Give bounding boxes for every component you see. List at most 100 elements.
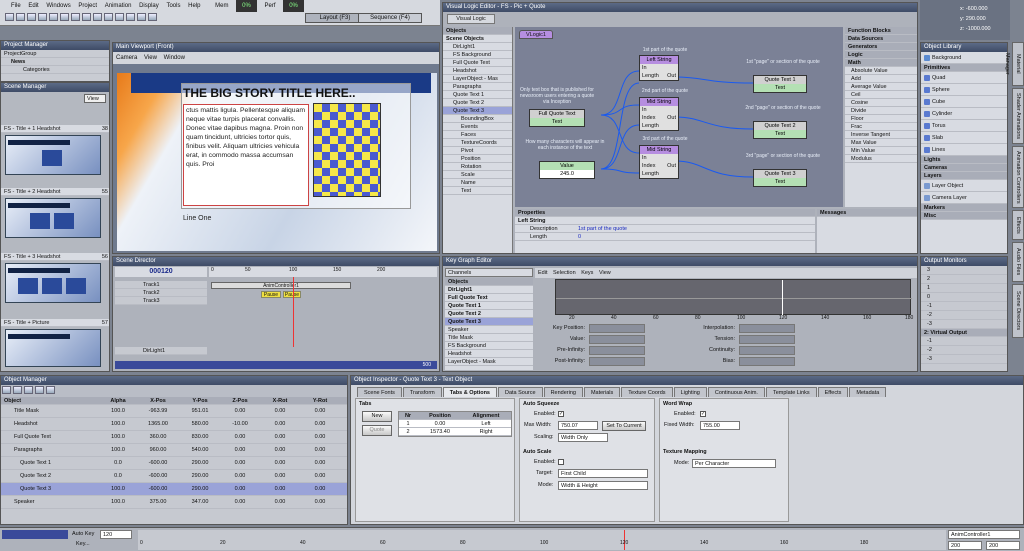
menu-tools[interactable]: Tools: [166, 0, 180, 12]
om-cell-xr[interactable]: 0.00: [260, 405, 300, 417]
lib-primitive-item[interactable]: Slab: [921, 132, 1007, 144]
om-cell-y[interactable]: 540.00: [180, 444, 220, 456]
om-cell-xr[interactable]: 0.00: [260, 418, 300, 430]
track-dirlight[interactable]: DirLight1: [115, 347, 207, 355]
om-cell-alpha[interactable]: 100.0: [100, 418, 136, 430]
fb-category[interactable]: Generators: [845, 43, 917, 51]
port-in[interactable]: In: [642, 106, 647, 114]
scene-thumbnail-2[interactable]: [5, 198, 101, 238]
om-cell-name[interactable]: Quote Text 2: [4, 470, 100, 482]
kg-object-item[interactable]: Quote Text 2: [445, 310, 533, 318]
om-cell-yr[interactable]: 0.00: [300, 418, 340, 430]
fb-item[interactable]: Floor: [845, 115, 917, 123]
timeline-ruler[interactable]: 0 50 100 150 200: [209, 267, 437, 277]
om-cell-xr[interactable]: 0.00: [260, 483, 300, 495]
vl-object-item[interactable]: Events: [443, 123, 512, 131]
om-delete-icon[interactable]: [35, 386, 44, 394]
table-row[interactable]: Title Mask 100.0 -963.99 951.01 0.00 0.00 0.00: [1, 405, 347, 418]
target-dropdown[interactable]: First Child: [558, 469, 648, 478]
menu-animation[interactable]: Animation: [105, 0, 132, 12]
key-graph-canvas[interactable]: [555, 279, 912, 316]
viewport-menu-camera[interactable]: Camera: [116, 55, 137, 61]
scene-thumbnail-3[interactable]: [5, 263, 101, 303]
om-cell-xr[interactable]: 0.00: [260, 444, 300, 456]
channels-dropdown[interactable]: Channels: [445, 268, 533, 277]
kg-object-item[interactable]: Title Mask: [445, 334, 533, 342]
inspector-tab[interactable]: Continuous Anim.: [707, 387, 765, 397]
fb-item[interactable]: Average Value: [845, 83, 917, 91]
port-length[interactable]: Length: [642, 122, 659, 130]
copy-icon[interactable]: [49, 13, 58, 21]
pause-marker-2[interactable]: Pause: [283, 291, 301, 298]
menu-file[interactable]: File: [11, 0, 21, 12]
vl-object-item[interactable]: Headshot: [443, 67, 512, 75]
lib-primitive-item[interactable]: Quad: [921, 72, 1007, 84]
prop-length-row[interactable]: Length 0: [515, 233, 815, 241]
vl-scene-objects[interactable]: Scene Objects: [443, 35, 512, 43]
port-in[interactable]: In: [642, 154, 647, 162]
om-cell-yr[interactable]: 0.00: [300, 470, 340, 482]
node-full-quote-text[interactable]: Full Quote Text Text: [529, 109, 585, 127]
checker-image-placeholder[interactable]: [313, 103, 381, 197]
lib-primitive-item[interactable]: Sphere: [921, 84, 1007, 96]
kg-field-input[interactable]: [739, 346, 795, 355]
om-cell-alpha[interactable]: 100.0: [100, 483, 136, 495]
kg-field-input[interactable]: [739, 357, 795, 366]
vl-object-item[interactable]: Quote Text 3: [443, 107, 512, 115]
track-1[interactable]: Track1: [115, 281, 207, 289]
om-cell-z[interactable]: -10.00: [220, 418, 260, 430]
lib-layer-object[interactable]: Layer Object: [921, 180, 1007, 192]
max-width-input[interactable]: 750.07: [558, 421, 598, 430]
om-cell-name[interactable]: Headshot: [4, 418, 100, 430]
port-out[interactable]: Out: [667, 162, 676, 170]
layout-tab[interactable]: Layout (F3): [305, 13, 365, 23]
open-icon[interactable]: [16, 13, 25, 21]
om-cell-x[interactable]: 360.00: [136, 431, 180, 443]
scale-enabled-checkbox[interactable]: [558, 459, 564, 465]
kg-object-item[interactable]: LayerObject - Mask: [445, 358, 533, 366]
tm-mode-dropdown[interactable]: Per Character: [692, 459, 776, 468]
tab-stop-position[interactable]: 0.00: [417, 420, 463, 427]
vl-object-item[interactable]: Position: [443, 155, 512, 163]
fb-item[interactable]: Frac: [845, 123, 917, 131]
om-cell-alpha[interactable]: 100.0: [100, 431, 136, 443]
new-tab-button[interactable]: New: [362, 411, 392, 422]
mode-dropdown[interactable]: Width & Height: [558, 481, 648, 490]
om-cell-y[interactable]: 951.01: [180, 405, 220, 417]
om-cell-x[interactable]: 1365.00: [136, 418, 180, 430]
om-cell-x[interactable]: -600.00: [136, 457, 180, 469]
om-cell-x[interactable]: -963.99: [136, 405, 180, 417]
save-icon[interactable]: [27, 13, 36, 21]
kg-field-input[interactable]: [589, 346, 645, 355]
vl-object-item[interactable]: Pivot: [443, 147, 512, 155]
render-icon[interactable]: [126, 13, 135, 21]
visual-logic-tab[interactable]: Visual Logic: [447, 14, 495, 24]
lib-layers-header[interactable]: Layers: [921, 172, 1007, 180]
key-button[interactable]: Key...: [76, 541, 90, 547]
table-row[interactable]: Quote Text 2 0.0 -600.00 290.00 0.00 0.00 0.00: [1, 470, 347, 483]
om-cell-xr[interactable]: 0.00: [260, 431, 300, 443]
om-cell-yr[interactable]: 0.00: [300, 496, 340, 508]
lib-primitive-item[interactable]: Torus: [921, 120, 1007, 132]
om-cell-yr[interactable]: 0.00: [300, 431, 340, 443]
om-cell-alpha[interactable]: 100.0: [100, 496, 136, 508]
fb-item[interactable]: Divide: [845, 107, 917, 115]
fb-item[interactable]: Ceil: [845, 91, 917, 99]
om-cell-yr[interactable]: 0.00: [300, 444, 340, 456]
node-qt1-text-port[interactable]: Text: [754, 84, 806, 92]
table-row[interactable]: Quote Text 3 100.0 -600.00 290.00 0.00 0.00 0.…: [1, 483, 347, 496]
om-cell-y[interactable]: 830.00: [180, 431, 220, 443]
om-cell-x[interactable]: -600.00: [136, 483, 180, 495]
squeeze-enabled-checkbox[interactable]: ✓: [558, 411, 564, 417]
right-side-tab[interactable]: Animation Controllers: [1012, 146, 1024, 208]
prop-desc-value[interactable]: 1st part of the quote: [578, 226, 627, 232]
om-cell-yr[interactable]: 0.00: [300, 483, 340, 495]
kg-object-item[interactable]: Headshot: [445, 350, 533, 358]
om-cell-z[interactable]: 0.00: [220, 444, 260, 456]
table-row[interactable]: Full Quote Text 100.0 360.00 830.00 0.00 0.00…: [1, 431, 347, 444]
om-down-icon[interactable]: [13, 386, 22, 394]
inspector-tab[interactable]: Scene Fonts: [357, 387, 402, 397]
paste-icon[interactable]: [60, 13, 69, 21]
transport-buttons[interactable]: [2, 530, 68, 539]
kg-field-input[interactable]: [589, 335, 645, 344]
